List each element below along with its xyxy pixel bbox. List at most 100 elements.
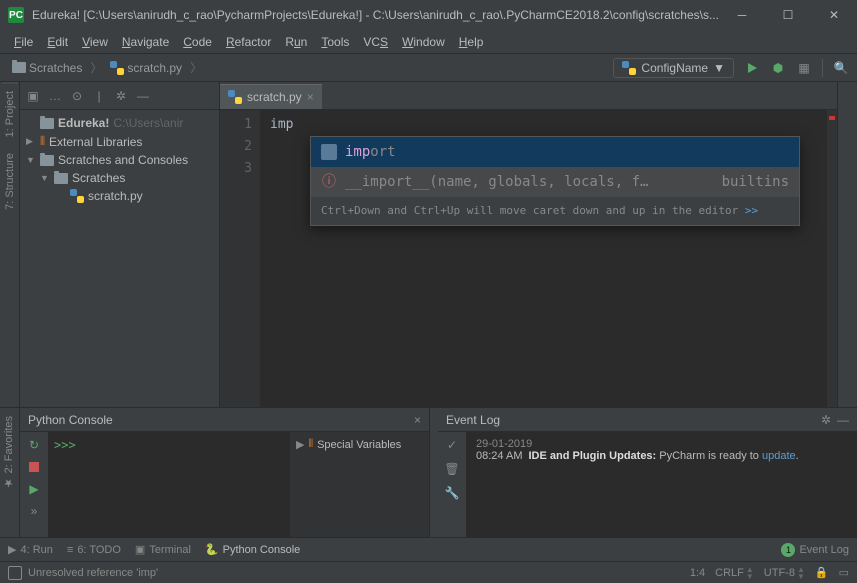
- menu-code[interactable]: Code: [177, 33, 218, 51]
- bottom-terminal[interactable]: ▣ Terminal: [135, 543, 191, 556]
- update-link[interactable]: update: [762, 450, 796, 462]
- project-toolbar: ▣ … ⊙ | ✲ —: [20, 82, 219, 110]
- sidebar-tab-project[interactable]: 1: Project: [2, 82, 18, 145]
- editor-tabs: scratch.py ×: [220, 82, 837, 110]
- code-area[interactable]: imp import ⓘ __import__(name, globals, l…: [260, 110, 837, 407]
- maximize-button[interactable]: ☐: [765, 0, 811, 30]
- tree-external-libs[interactable]: ▶ ⫴ External Libraries: [20, 132, 219, 151]
- menu-run[interactable]: Run: [279, 33, 313, 51]
- run-config-dropdown[interactable]: ConfigName ▼: [613, 58, 734, 78]
- tree-scratches[interactable]: ▼ Scratches: [20, 169, 219, 187]
- settings-icon[interactable]: 🔧: [445, 486, 460, 500]
- gear-icon[interactable]: ✲: [821, 413, 831, 427]
- divider: [822, 59, 823, 77]
- completion-item-builtin-import[interactable]: ⓘ __import__(name, globals, locals, f… b…: [311, 167, 799, 197]
- console-output[interactable]: >>>: [48, 432, 289, 537]
- titlebar: PC Edureka! [C:\Users\anirudh_c_rao\Pych…: [0, 0, 857, 30]
- bottom-event-log[interactable]: 1 Event Log: [781, 543, 849, 557]
- tree-scratches-consoles[interactable]: ▼ Scratches and Consoles: [20, 151, 219, 169]
- menu-refactor[interactable]: Refactor: [220, 33, 277, 51]
- panel-splitter[interactable]: [430, 408, 438, 537]
- stop-button[interactable]: [27, 460, 41, 474]
- gear-icon[interactable]: ✲: [114, 89, 128, 103]
- folder-icon: [40, 155, 54, 166]
- run-button[interactable]: [744, 60, 760, 76]
- gutter: 1 2 3: [220, 110, 260, 407]
- cursor-position[interactable]: 1:4: [690, 567, 705, 579]
- window-title: Edureka! [C:\Users\anirudh_c_rao\Pycharm…: [32, 8, 719, 22]
- menu-help[interactable]: Help: [453, 33, 490, 51]
- editor-body[interactable]: 1 2 3 imp import ⓘ __import__(name, glob…: [220, 110, 837, 407]
- close-button[interactable]: ✕: [811, 0, 857, 30]
- folder-icon: [40, 118, 54, 129]
- python-icon: [110, 61, 124, 75]
- event-entry: 08:24 AM IDE and Plugin Updates: PyCharm…: [476, 450, 847, 462]
- console-title: Python Console: [28, 413, 410, 427]
- completion-popup: import ⓘ __import__(name, globals, local…: [310, 136, 800, 226]
- collapse-icon[interactable]: ⊙: [70, 89, 84, 103]
- more-button[interactable]: »: [27, 504, 41, 518]
- mark-read-icon[interactable]: ✓: [447, 438, 457, 452]
- breadcrumb-folder[interactable]: Scratches: [8, 59, 86, 77]
- status-icon[interactable]: [8, 566, 22, 580]
- bottom-run[interactable]: ▶ 4: Run: [8, 543, 53, 556]
- close-icon[interactable]: ×: [307, 90, 314, 104]
- chevron-right-icon: ▶: [26, 136, 36, 147]
- function-icon: ⓘ: [321, 174, 337, 190]
- python-console-panel: Python Console × ↻ ▶ » >>> ▶ ⫴ Special V…: [20, 408, 430, 537]
- file-encoding[interactable]: UTF-8▲▼: [764, 566, 805, 580]
- keyword-icon: [321, 144, 337, 160]
- close-icon[interactable]: ×: [414, 413, 421, 427]
- menu-vcs[interactable]: VCS: [357, 33, 394, 51]
- status-message: Unresolved reference 'imp': [28, 567, 158, 579]
- hint-link[interactable]: >>: [745, 204, 758, 217]
- minimize-button[interactable]: ─: [719, 0, 765, 30]
- search-button[interactable]: 🔍: [833, 60, 849, 76]
- bottom-python-console[interactable]: 🐍 Python Console: [205, 543, 300, 556]
- left-sidebar-bottom: ★ 2: Favorites: [0, 408, 20, 537]
- menu-edit[interactable]: Edit: [41, 33, 74, 51]
- bottom-toolbar: ▶ 4: Run ≡ 6: TODO ▣ Terminal 🐍 Python C…: [0, 537, 857, 561]
- menu-navigate[interactable]: Navigate: [116, 33, 175, 51]
- inspector-icon[interactable]: ▭: [839, 566, 849, 579]
- editor-tab-scratch[interactable]: scratch.py ×: [220, 84, 322, 109]
- folder-icon: [54, 173, 68, 184]
- chevron-down-icon: ▼: [40, 173, 50, 183]
- sidebar-tab-structure[interactable]: 7: Structure: [2, 145, 18, 218]
- project-view-icon[interactable]: ▣: [26, 89, 40, 103]
- tree-root[interactable]: Edureka! C:\Users\anir: [20, 114, 219, 132]
- project-more-icon[interactable]: …: [48, 89, 62, 103]
- right-sidebar: [837, 82, 857, 407]
- tree-scratch-file[interactable]: scratch.py: [20, 187, 219, 205]
- error-stripe[interactable]: [827, 110, 837, 407]
- folder-icon: [12, 62, 26, 73]
- play-icon: [748, 63, 757, 73]
- run-settings-button[interactable]: ▦: [796, 60, 812, 76]
- breadcrumb: Scratches 〉 scratch.py 〉: [8, 59, 202, 77]
- event-content: 29-01-2019 08:24 AM IDE and Plugin Updat…: [466, 432, 857, 537]
- menu-file[interactable]: File: [8, 33, 39, 51]
- bottom-todo[interactable]: ≡ 6: TODO: [67, 544, 121, 556]
- python-icon: [228, 90, 242, 104]
- variables-panel: ▶ ⫴ Special Variables: [289, 432, 429, 537]
- sidebar-tab-favorites[interactable]: ★ 2: Favorites: [0, 408, 17, 498]
- line-separator[interactable]: CRLF▲▼: [715, 566, 754, 580]
- menu-tools[interactable]: Tools: [315, 33, 355, 51]
- hide-icon[interactable]: —: [136, 89, 150, 103]
- trash-icon[interactable]: 🗑: [444, 462, 459, 476]
- libraries-icon: ⫴: [40, 134, 45, 149]
- special-variables[interactable]: ▶ ⫴ Special Variables: [290, 432, 429, 457]
- rerun-button[interactable]: ↻: [27, 438, 41, 452]
- breadcrumb-file[interactable]: scratch.py: [106, 59, 186, 77]
- event-date: 29-01-2019: [476, 438, 847, 450]
- project-panel: ▣ … ⊙ | ✲ — Edureka! C:\Users\anir ▶ ⫴ E…: [20, 82, 220, 407]
- eventlog-title: Event Log: [446, 413, 821, 427]
- menu-view[interactable]: View: [76, 33, 114, 51]
- completion-item-import[interactable]: import: [311, 137, 799, 167]
- execute-button[interactable]: ▶: [27, 482, 41, 496]
- menu-window[interactable]: Window: [396, 33, 451, 51]
- debug-button[interactable]: ⬢: [770, 60, 786, 76]
- lock-icon[interactable]: 🔒: [815, 566, 829, 579]
- error-marker[interactable]: [829, 116, 835, 120]
- hide-icon[interactable]: —: [837, 413, 849, 427]
